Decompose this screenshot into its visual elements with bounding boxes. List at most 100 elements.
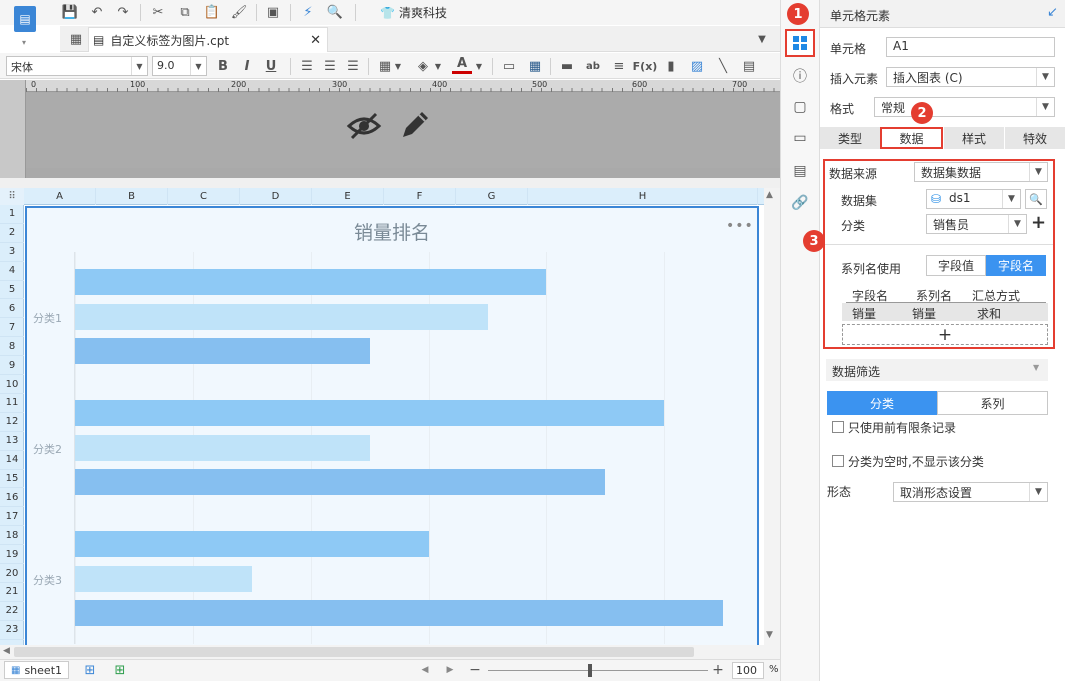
logo-dropdown-icon[interactable]: ▾	[22, 38, 26, 47]
scroll-left-icon[interactable]: ◀	[3, 646, 10, 656]
row-header[interactable]: 19	[0, 545, 24, 565]
redo-icon[interactable]: ↷	[113, 2, 133, 22]
row-header[interactable]: 6	[0, 300, 24, 319]
column-header[interactable]: H	[528, 188, 758, 205]
close-tab-icon[interactable]: ✕	[310, 33, 321, 48]
datasource-select[interactable]: 数据集数据 ▼	[914, 162, 1048, 182]
border-icon[interactable]: ▦	[375, 56, 395, 76]
row-header[interactable]: 23	[0, 621, 24, 640]
float-element-icon[interactable]: ▢	[785, 93, 815, 121]
row-header[interactable]: 9	[0, 356, 24, 376]
series-option-value[interactable]: 字段值	[926, 255, 986, 276]
column-header[interactable]: C	[168, 188, 240, 205]
eye-hidden-icon[interactable]	[346, 110, 382, 142]
font-name-select[interactable]: 宋体 ▼	[6, 56, 148, 76]
formula-icon[interactable]: F(x)	[633, 56, 658, 76]
plugin-icon[interactable]: ⚡	[298, 2, 318, 22]
zoom-out-icon[interactable]: −	[465, 660, 485, 680]
next-sheet-icon[interactable]: ▶	[440, 660, 460, 680]
zoom-slider-thumb[interactable]	[588, 664, 592, 677]
scroll-up-icon[interactable]: ▲	[766, 190, 773, 200]
company-button[interactable]: 👕 清爽科技	[380, 4, 447, 21]
row-header[interactable]: 4	[0, 262, 24, 281]
tab-type[interactable]: 类型	[820, 127, 880, 149]
sub-report-icon[interactable]: ▤	[739, 56, 759, 76]
align-center-icon[interactable]: ☰	[320, 56, 340, 76]
row-header[interactable]: 15	[0, 470, 24, 489]
hide-empty-checkbox[interactable]	[832, 455, 844, 467]
sheet-corner[interactable]: ⠿	[0, 188, 24, 205]
font-color-icon[interactable]: A	[452, 55, 472, 74]
cell-element-button[interactable]	[785, 29, 815, 57]
row-header[interactable]: 22	[0, 602, 24, 621]
shape-select[interactable]: 取消形态设置 ▼	[893, 482, 1048, 502]
row-header[interactable]: 17	[0, 507, 24, 527]
widget-icon[interactable]: ▭	[785, 124, 815, 152]
scroll-down-icon[interactable]: ▼	[766, 630, 773, 640]
text-ab-icon[interactable]: ab	[583, 56, 603, 76]
row-header[interactable]: 14	[0, 451, 24, 470]
border-dropdown-icon[interactable]: ▼	[393, 56, 403, 76]
italic-icon[interactable]: I	[237, 56, 257, 76]
preview-icon[interactable]: ▣	[263, 2, 283, 22]
bold-icon[interactable]: B	[213, 56, 233, 76]
row-header[interactable]: 12	[0, 413, 24, 432]
row-header[interactable]: 2	[0, 224, 24, 243]
insert-select[interactable]: 插入图表 (C) ▼	[886, 67, 1055, 87]
image-icon[interactable]: ▨	[687, 56, 707, 76]
format-painter-icon[interactable]: 🖌	[229, 2, 249, 22]
tab-menu-icon[interactable]: ▼	[752, 29, 772, 49]
pencil-icon[interactable]	[398, 108, 432, 142]
align-left-icon[interactable]: ☰	[297, 56, 317, 76]
cut-icon[interactable]: ✂	[148, 2, 168, 22]
add-category-icon[interactable]: +	[1031, 212, 1046, 233]
series-option-name[interactable]: 字段名	[986, 255, 1046, 276]
column-header[interactable]: F	[384, 188, 456, 205]
tab-effect[interactable]: 特效	[1005, 127, 1065, 149]
table-icon[interactable]: ▦	[525, 56, 545, 76]
zoom-input[interactable]: 100	[732, 662, 764, 679]
bar-chart-icon[interactable]: ▮	[661, 56, 681, 76]
fill-dropdown-icon[interactable]: ▼	[433, 56, 443, 76]
column-header[interactable]: E	[312, 188, 384, 205]
add-poly-sheet-icon[interactable]: ⊞	[110, 660, 130, 680]
row-header[interactable]: 16	[0, 489, 24, 508]
row-header[interactable]: 21	[0, 583, 24, 602]
slash-icon[interactable]: ╲	[713, 56, 733, 76]
filter-expand-icon[interactable]: ▼	[1033, 363, 1039, 372]
row-header[interactable]: 5	[0, 281, 24, 300]
file-tab[interactable]: ▤ 自定义标签为图片.cpt ✕	[88, 27, 328, 52]
filter-tab-series[interactable]: 系列	[937, 391, 1048, 415]
more-options-icon[interactable]: •••	[726, 218, 754, 234]
column-header[interactable]: G	[456, 188, 528, 205]
undo-icon[interactable]: ↶	[87, 2, 107, 22]
column-header[interactable]: A	[24, 188, 96, 205]
report-block-icon[interactable]: ▤	[785, 157, 815, 185]
grid-icon[interactable]: ▦	[66, 29, 86, 49]
filter-tab-category[interactable]: 分类	[827, 391, 937, 415]
app-logo-icon[interactable]: ▤	[14, 6, 36, 32]
collapse-arrow-icon[interactable]: ↙	[1047, 5, 1058, 20]
tab-style[interactable]: 样式	[944, 127, 1004, 149]
prev-sheet-icon[interactable]: ◀	[415, 660, 435, 680]
paste-icon[interactable]: 📋	[202, 2, 222, 22]
row-header[interactable]: 18	[0, 526, 24, 546]
dataset-select[interactable]: ⛁ ds1 ▼	[926, 189, 1021, 209]
row-header[interactable]: 20	[0, 564, 24, 583]
align-right-icon[interactable]: ☰	[343, 56, 363, 76]
sheet-tab[interactable]: ▦ sheet1	[4, 661, 70, 679]
vertical-scrollbar[interactable]	[764, 188, 780, 645]
merge-icon[interactable]: ▭	[499, 56, 519, 76]
add-field-button[interactable]: +	[842, 324, 1048, 345]
row-header[interactable]: 3	[0, 243, 24, 262]
row-header[interactable]: 7	[0, 318, 24, 338]
row-header[interactable]: 8	[0, 337, 24, 357]
dataset-search-icon[interactable]: 🔍	[1025, 189, 1047, 209]
tab-data[interactable]: 数据	[880, 127, 943, 149]
paragraph-icon[interactable]: ≡	[609, 56, 629, 76]
category-select[interactable]: 销售员 ▼	[926, 214, 1027, 234]
cell-input[interactable]: A1	[886, 37, 1055, 57]
row-header[interactable]: 13	[0, 432, 24, 451]
column-header[interactable]: D	[240, 188, 312, 205]
column-header[interactable]: B	[96, 188, 168, 205]
